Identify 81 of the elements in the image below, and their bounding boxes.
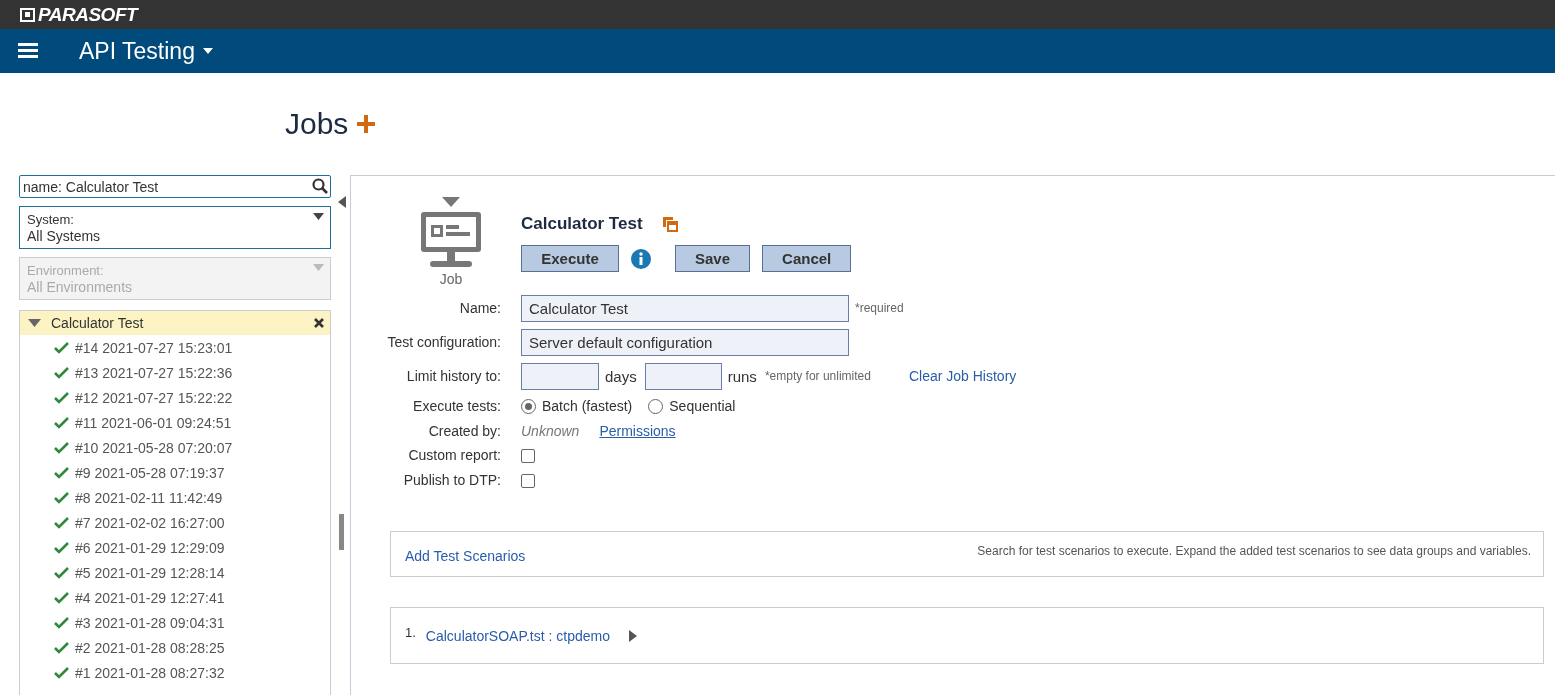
permissions-link[interactable]: Permissions	[599, 423, 676, 439]
radio-option[interactable]: Sequential	[648, 398, 736, 414]
check-icon	[54, 391, 69, 404]
check-icon	[54, 441, 69, 454]
check-icon	[54, 591, 69, 604]
run-item[interactable]: #5 2021-01-29 12:28:14	[75, 564, 225, 581]
run-item[interactable]: #1 2021-01-28 08:27:32	[75, 664, 225, 681]
expand-button[interactable]	[628, 629, 638, 642]
job-title: Calculator Test	[521, 214, 643, 234]
action-button[interactable]: Cancel	[762, 245, 852, 272]
field-label: Execute tests:	[412, 397, 501, 416]
tree-item[interactable]: Calculator Test	[20, 311, 330, 335]
run-item[interactable]: #11 2021-06-01 09:24:51	[75, 414, 232, 431]
check-icon	[54, 466, 69, 479]
checkbox[interactable]	[521, 473, 535, 488]
check-icon	[54, 366, 69, 379]
splitter-handle[interactable]	[339, 514, 344, 550]
monitor-icon	[420, 197, 482, 269]
run-item[interactable]: #3 2021-01-28 09:04:31	[75, 614, 225, 631]
run-item[interactable]: #14 2021-07-27 15:23:01	[75, 339, 233, 356]
name-input[interactable]: Calculator Test	[521, 294, 849, 322]
page-title: Jobs	[285, 107, 349, 141]
caret-icon	[202, 48, 213, 54]
configuration-input[interactable]: Server default configuration	[521, 328, 849, 356]
check-icon	[54, 666, 69, 679]
action-button[interactable]: Save	[675, 245, 751, 272]
run-item[interactable]: #10 2021-05-28 07:20:07	[75, 439, 233, 456]
field-label: Test configuration:	[386, 333, 501, 352]
item-number: 1.	[405, 625, 416, 640]
scenario-link[interactable]: CalculatorSOAP.tst : ctpdemo	[425, 627, 610, 644]
hint-text: Search for test scenarios to execute. Expand the added test scenarios to see data groups and variables.	[977, 544, 1531, 560]
search-icon	[312, 178, 328, 194]
clear-history-link[interactable]: Clear Job History	[908, 368, 1017, 384]
plus-icon	[356, 114, 377, 134]
icon-label: Job	[439, 271, 463, 287]
field-label: Publish to DTP:	[402, 471, 501, 490]
menu-button[interactable]	[18, 42, 38, 60]
check-icon	[54, 341, 69, 354]
run-item[interactable]: #4 2021-01-29 12:27:41	[75, 589, 225, 606]
run-item[interactable]: #9 2021-05-28 07:19:37	[75, 464, 225, 481]
field-label: Custom report:	[407, 446, 501, 465]
runs-input[interactable]	[644, 362, 722, 390]
add-scenarios-link[interactable]: Add Test Scenarios	[405, 548, 526, 564]
hint-note: *empty for unlimited	[764, 369, 871, 383]
radio-option[interactable]: Batch (fastest)	[521, 398, 633, 414]
copy-icon[interactable]	[662, 216, 678, 232]
brand-logo: PARASOFT	[20, 3, 138, 26]
run-item[interactable]: #2 2021-01-28 08:28:25	[75, 639, 225, 656]
add-button[interactable]	[356, 114, 377, 134]
app-menu-button[interactable]: API Testing	[79, 37, 213, 65]
run-item[interactable]: #6 2021-01-29 12:29:09	[75, 539, 225, 556]
check-icon	[54, 541, 69, 554]
field-label: Limit history to:	[405, 367, 501, 386]
info-icon[interactable]	[631, 248, 651, 269]
check-icon	[54, 516, 69, 529]
unit-label: runs	[727, 367, 757, 385]
run-item[interactable]: #13 2021-07-27 15:22:36	[75, 364, 233, 381]
close-icon[interactable]	[314, 318, 324, 328]
caret-icon	[313, 264, 324, 271]
check-icon	[54, 416, 69, 429]
collapse-icon[interactable]	[337, 196, 346, 208]
menu-icon	[18, 42, 38, 59]
unit-label: days	[605, 367, 637, 385]
caret-icon	[313, 213, 324, 220]
check-icon	[54, 641, 69, 654]
run-item[interactable]: #7 2021-02-02 16:27:00	[75, 514, 225, 531]
check-icon	[54, 616, 69, 629]
action-button[interactable]: Execute	[521, 245, 619, 272]
checkbox[interactable]	[521, 448, 535, 463]
run-item[interactable]: #12 2021-07-27 15:22:22	[75, 389, 233, 406]
check-icon	[54, 566, 69, 579]
select-dropdown[interactable]: System: All Systems	[19, 206, 331, 249]
creator-value: Unknown	[521, 423, 580, 439]
run-item[interactable]: #8 2021-02-11 11:42:49	[75, 489, 223, 506]
field-label: Name:	[458, 299, 501, 318]
field-label: Created by:	[427, 422, 501, 441]
caret-icon	[28, 319, 41, 327]
required-note: *required	[855, 301, 904, 315]
check-icon	[54, 491, 69, 504]
search-field[interactable]: name: Calculator Test	[19, 175, 331, 198]
days-input[interactable]	[521, 362, 599, 390]
